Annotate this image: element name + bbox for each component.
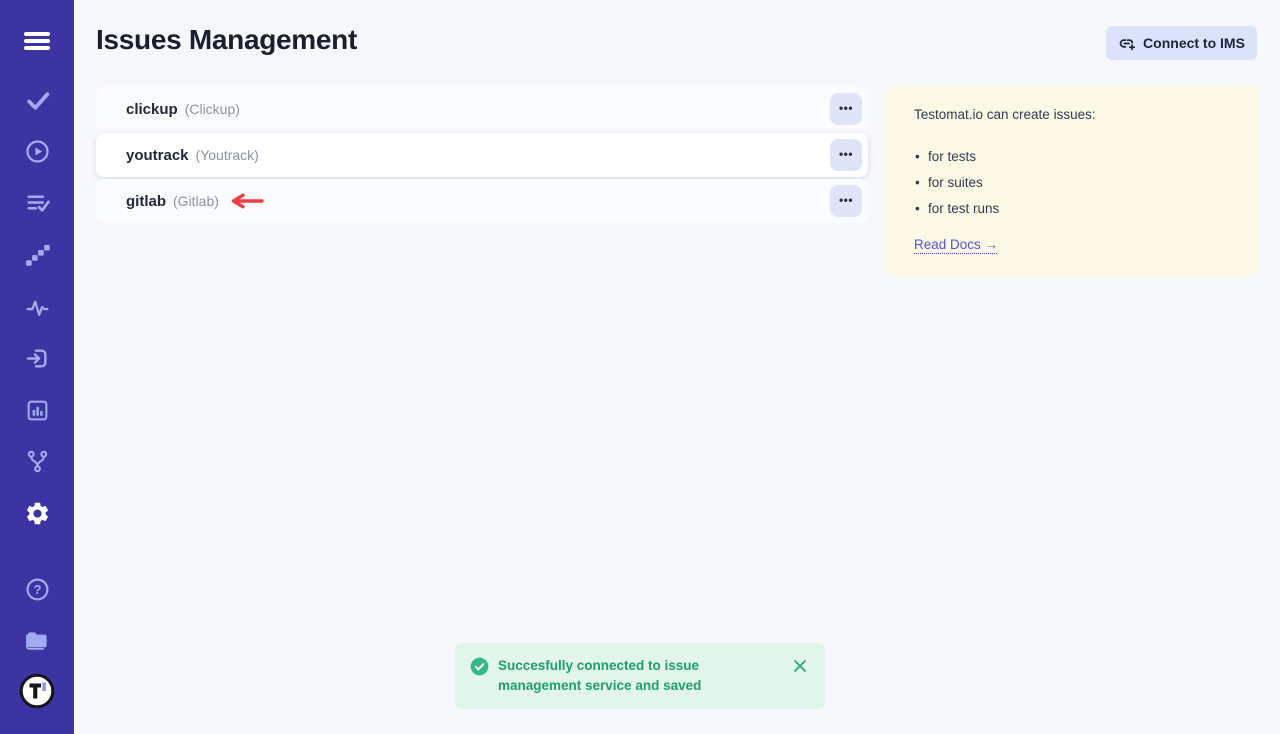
toast-close-button[interactable] [791, 656, 809, 676]
connect-to-ims-label: Connect to IMS [1143, 35, 1245, 51]
sidebar-item-branches[interactable] [0, 446, 74, 476]
ellipsis-icon: ••• [839, 101, 853, 115]
connect-to-ims-button[interactable]: Connect to IMS [1106, 26, 1257, 60]
folder-icon [24, 627, 50, 653]
sidebar-item-reports[interactable] [0, 395, 74, 425]
pulse-icon [25, 295, 50, 320]
bar-chart-icon [25, 398, 50, 423]
info-bullet: for test runs [914, 196, 1230, 222]
ims-type: (Clickup) [185, 101, 240, 117]
gear-icon [24, 500, 51, 527]
toast-message: Succesfully connected to issue managemen… [498, 656, 774, 709]
ims-row-gitlab[interactable]: gitlab (Gitlab) ••• [96, 179, 868, 223]
menu-button[interactable] [0, 26, 74, 56]
close-icon [793, 659, 807, 673]
info-box-title: Testomat.io can create issues: [914, 107, 1230, 122]
sidebar-item-help[interactable]: ? [0, 574, 74, 604]
info-bullet: for suites [914, 170, 1230, 196]
info-bullet-list: for tests for suites for test runs [914, 144, 1230, 222]
link-plus-icon [1118, 35, 1135, 52]
stairs-icon [25, 243, 50, 268]
sidebar-item-tests[interactable] [0, 85, 74, 115]
red-arrow-left-icon [228, 193, 264, 209]
sidebar-item-settings-active[interactable] [0, 498, 74, 528]
success-check-icon [470, 657, 489, 709]
success-toast: Succesfully connected to issue managemen… [455, 643, 825, 709]
sign-in-icon [25, 346, 50, 371]
ims-type: (Youtrack) [196, 147, 259, 163]
info-box: Testomat.io can create issues: for tests… [886, 86, 1258, 276]
sidebar-item-test-plans[interactable] [0, 188, 74, 218]
ims-name: youtrack [126, 147, 189, 164]
git-branch-icon [25, 449, 50, 474]
play-circle-icon [25, 139, 50, 164]
ellipsis-icon: ••• [839, 147, 853, 161]
hamburger-icon [23, 31, 51, 51]
page-title: Issues Management [96, 24, 357, 56]
read-docs-link[interactable]: Read Docs → [914, 237, 998, 252]
ims-row-youtrack[interactable]: youtrack (Youtrack) ••• [96, 133, 868, 177]
sidebar-item-import[interactable] [0, 343, 74, 373]
ims-type: (Gitlab) [173, 193, 219, 209]
ims-name: clickup [126, 101, 178, 118]
testomatio-logo-icon [19, 673, 55, 709]
question-circle-icon: ? [25, 577, 50, 602]
sidebar-item-steps[interactable] [0, 240, 74, 270]
sidebar-item-projects[interactable] [0, 625, 74, 655]
ellipsis-icon: ••• [839, 193, 853, 207]
row-menu-button[interactable]: ••• [830, 93, 862, 125]
list-check-icon [25, 191, 50, 216]
sidebar: ? [0, 0, 74, 734]
ims-list: clickup (Clickup) ••• youtrack (Youtrack… [96, 87, 868, 225]
sidebar-item-analytics[interactable] [0, 292, 74, 322]
ims-name: gitlab [126, 193, 166, 210]
row-menu-button[interactable]: ••• [830, 185, 862, 217]
info-bullet: for tests [914, 144, 1230, 170]
check-icon [25, 88, 50, 113]
ims-row-clickup[interactable]: clickup (Clickup) ••• [96, 87, 868, 131]
svg-text:?: ? [33, 582, 41, 597]
row-menu-button[interactable]: ••• [830, 139, 862, 171]
app-logo[interactable] [0, 672, 74, 710]
sidebar-item-runs[interactable] [0, 136, 74, 166]
